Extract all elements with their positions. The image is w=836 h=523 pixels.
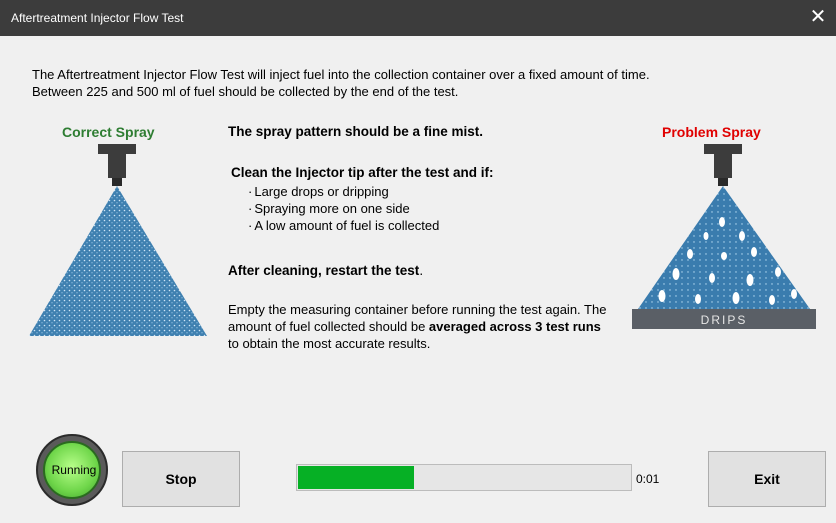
status-label: Running bbox=[51, 463, 97, 477]
dialog-body: The Aftertreatment Injector Flow Test wi… bbox=[0, 36, 836, 523]
status-indicator: Running bbox=[36, 434, 108, 506]
elapsed-time: 0:01 bbox=[636, 472, 660, 486]
progress-bar bbox=[296, 464, 632, 491]
title-bar-background: Aftertreatment Injector Flow Test ✕ bbox=[0, 0, 836, 36]
intro-line-1: The Aftertreatment Injector Flow Test wi… bbox=[32, 67, 650, 82]
averaging-note-end: to obtain the most accurate results. bbox=[228, 336, 431, 351]
close-button[interactable]: ✕ bbox=[800, 0, 836, 36]
problem-spray-label: Problem Spray bbox=[662, 124, 761, 140]
list-item: Large drops or dripping bbox=[248, 183, 439, 200]
progress-fill bbox=[298, 466, 414, 489]
clean-heading: Clean the Injector tip after the test an… bbox=[231, 165, 494, 180]
correct-spray-illustration bbox=[29, 144, 207, 336]
restart-note-end: . bbox=[419, 263, 424, 278]
averaging-note-bold: averaged across 3 test runs bbox=[428, 319, 601, 334]
restart-note: After cleaning, restart the test. bbox=[228, 263, 423, 278]
intro-line-2: Between 225 and 500 ml of fuel should be… bbox=[32, 84, 459, 99]
list-item: Spraying more on one side bbox=[248, 200, 439, 217]
stop-button[interactable]: Stop bbox=[122, 451, 240, 507]
window-title: Aftertreatment Injector Flow Test bbox=[11, 11, 184, 25]
problem-spray-illustration: DRIPS bbox=[632, 144, 816, 329]
exit-button[interactable]: Exit bbox=[708, 451, 826, 507]
list-item: A low amount of fuel is collected bbox=[248, 217, 439, 234]
instructions: The spray pattern should be a fine mist.… bbox=[228, 124, 608, 351]
restart-note-bold: After cleaning, restart the test bbox=[228, 263, 420, 278]
intro-text: The Aftertreatment Injector Flow Test wi… bbox=[32, 66, 822, 100]
title-bar: Aftertreatment Injector Flow Test ✕ bbox=[0, 0, 836, 36]
status-lamp: Running bbox=[43, 441, 101, 499]
spray-pattern-heading: The spray pattern should be a fine mist. bbox=[228, 124, 484, 139]
drips-label: DRIPS bbox=[701, 313, 748, 327]
clean-conditions-list: Large drops or dripping Spraying more on… bbox=[248, 183, 439, 234]
correct-spray-label: Correct Spray bbox=[62, 124, 155, 140]
averaging-note: Empty the measuring container before run… bbox=[228, 301, 608, 352]
